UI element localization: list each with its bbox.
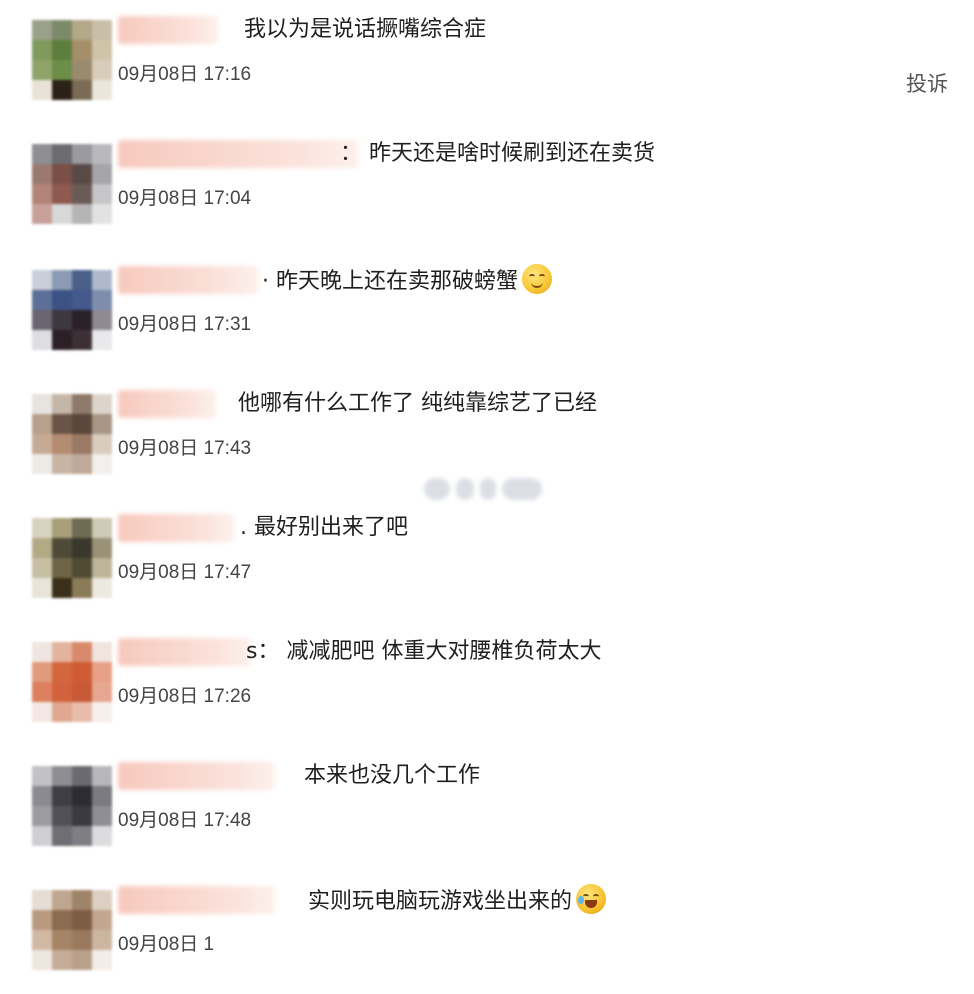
comment-timestamp: 09月08日 1 [118, 934, 215, 955]
comment-timestamp: 09月08日 17:16 [118, 64, 252, 85]
avatar[interactable] [32, 270, 112, 350]
comment-item: 我以为是说话撅嘴综合症 09月08日 17:16 [0, 0, 974, 124]
complaint-link[interactable]: 投诉 [906, 68, 948, 98]
comment-item: . 最好别出来了吧 09月08日 17:47 [0, 498, 974, 622]
username-blurred[interactable] [118, 514, 234, 542]
comment-item: s： 减减肥吧 体重大对腰椎负荷太大 09月08日 17:26 [0, 622, 974, 746]
avatar[interactable] [32, 642, 112, 722]
comment-timestamp: 09月08日 17:48 [118, 810, 252, 831]
watermark [424, 474, 544, 504]
comment-timestamp: 09月08日 17:31 [118, 314, 252, 335]
comment-text: 我以为是说话撅嘴综合症 [244, 17, 487, 42]
avatar[interactable] [32, 394, 112, 474]
comment-text: s： 减减肥吧 体重大对腰椎负荷太大 [246, 639, 602, 664]
comment-text: 他哪有什么工作了 纯纯靠综艺了已经 [238, 391, 597, 416]
username-blurred[interactable] [118, 140, 358, 168]
avatar[interactable] [32, 890, 112, 970]
username-blurred[interactable] [118, 886, 274, 914]
comment-timestamp: 09月08日 17:43 [118, 438, 252, 459]
comment-text: 实则玩电脑玩游戏坐出来的 [308, 884, 607, 918]
comment-timestamp: 09月08日 17:04 [118, 188, 252, 209]
avatar[interactable] [32, 766, 112, 846]
username-blurred[interactable] [118, 266, 258, 294]
comment-text: 本来也没几个工作 [304, 763, 481, 788]
comment-text: · 昨天晚上还在卖那破螃蟹 [262, 264, 552, 298]
comment-timestamp: 09月08日 17:26 [118, 686, 252, 707]
username-blurred[interactable] [118, 762, 274, 790]
smile-emoji-icon [522, 264, 552, 294]
comment-item: · 昨天晚上还在卖那破螃蟹 09月08日 17:31 [0, 250, 974, 374]
laughing-emoji-icon [576, 884, 607, 914]
comment-text: . 最好别出来了吧 [240, 515, 408, 540]
comment-timestamp: 09月08日 17:47 [118, 562, 252, 583]
comment-text: ： 昨天还是啥时候刷到还在卖货 [340, 141, 655, 166]
avatar[interactable] [32, 518, 112, 598]
comment-item: 本来也没几个工作 09月08日 17:48 [0, 746, 974, 870]
avatar[interactable] [32, 20, 112, 100]
avatar[interactable] [32, 144, 112, 224]
comment-item: ： 昨天还是啥时候刷到还在卖货 09月08日 17:04 [0, 124, 974, 248]
comment-item: 实则玩电脑玩游戏坐出来的 09月08日 1 [0, 870, 974, 994]
username-blurred[interactable] [118, 638, 250, 666]
username-blurred[interactable] [118, 390, 216, 418]
username-blurred[interactable] [118, 16, 218, 44]
